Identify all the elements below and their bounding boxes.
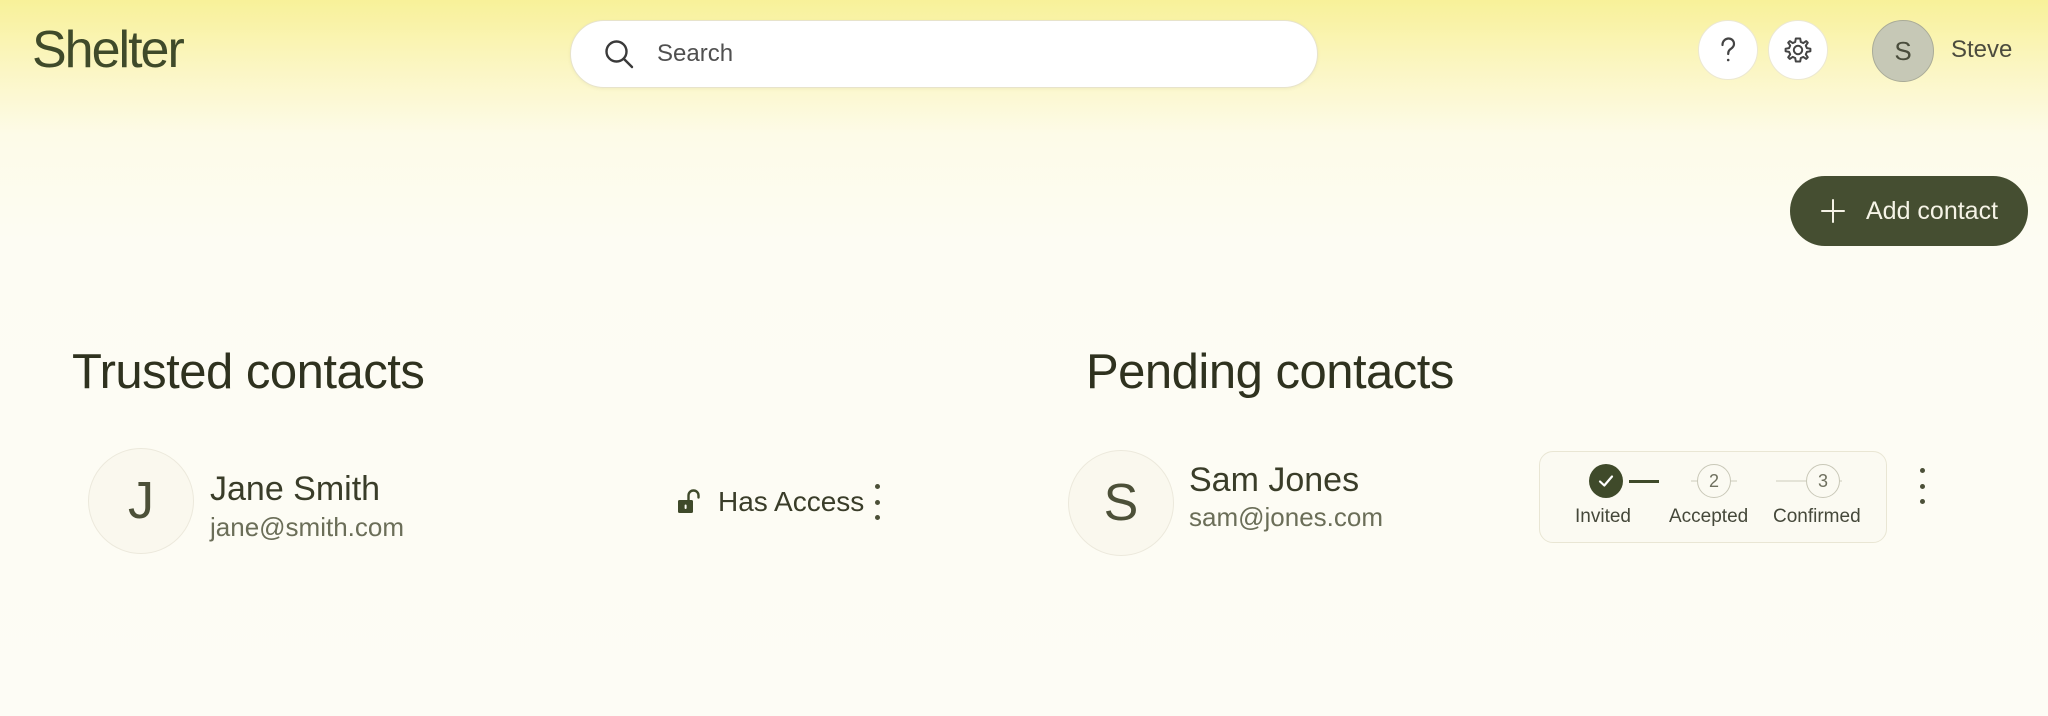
add-contact-label: Add contact (1866, 196, 1999, 225)
contact-avatar: J (88, 448, 194, 554)
invite-progress-stepper: 2 3 Invited Accepted Confirmed (1539, 451, 1887, 543)
user-avatar[interactable]: S (1872, 20, 1934, 82)
search-icon (605, 40, 634, 69)
unlocked-padlock-icon (678, 489, 700, 513)
step-confirmed-indicator: 3 (1806, 464, 1840, 498)
settings-button[interactable] (1768, 20, 1828, 80)
step-label-invited: Invited (1575, 506, 1631, 527)
checkmark-icon (1598, 475, 1614, 487)
help-icon (1721, 37, 1736, 62)
step-label-confirmed: Confirmed (1773, 506, 1861, 527)
step-accepted-indicator: 2 (1697, 464, 1731, 498)
app-logo[interactable]: Shelter (32, 18, 185, 82)
pending-contacts-title: Pending contacts (1086, 345, 1454, 399)
plus-icon (1821, 199, 1845, 223)
contact-name: Sam Jones (1189, 461, 1360, 499)
search-bar[interactable] (570, 20, 1318, 88)
settings-gear-icon (1784, 37, 1812, 63)
kebab-menu-icon[interactable] (866, 480, 888, 524)
help-button[interactable] (1698, 20, 1758, 80)
search-input[interactable] (657, 40, 1297, 68)
access-status: Has Access (676, 486, 864, 518)
contact-email: jane@smith.com (210, 512, 405, 542)
user-name[interactable]: Steve (1951, 36, 2012, 64)
contact-avatar: S (1068, 450, 1174, 556)
step-invited-indicator (1589, 464, 1623, 498)
kebab-menu-icon[interactable] (1911, 464, 1933, 508)
step-connector-active (1629, 480, 1659, 483)
step-label-accepted: Accepted (1669, 506, 1749, 527)
access-label: Has Access (718, 486, 865, 517)
contact-email: sam@jones.com (1189, 502, 1384, 532)
trusted-contacts-title: Trusted contacts (72, 345, 425, 399)
contact-name: Jane Smith (210, 470, 381, 508)
add-contact-button[interactable]: Add contact (1790, 176, 2028, 246)
